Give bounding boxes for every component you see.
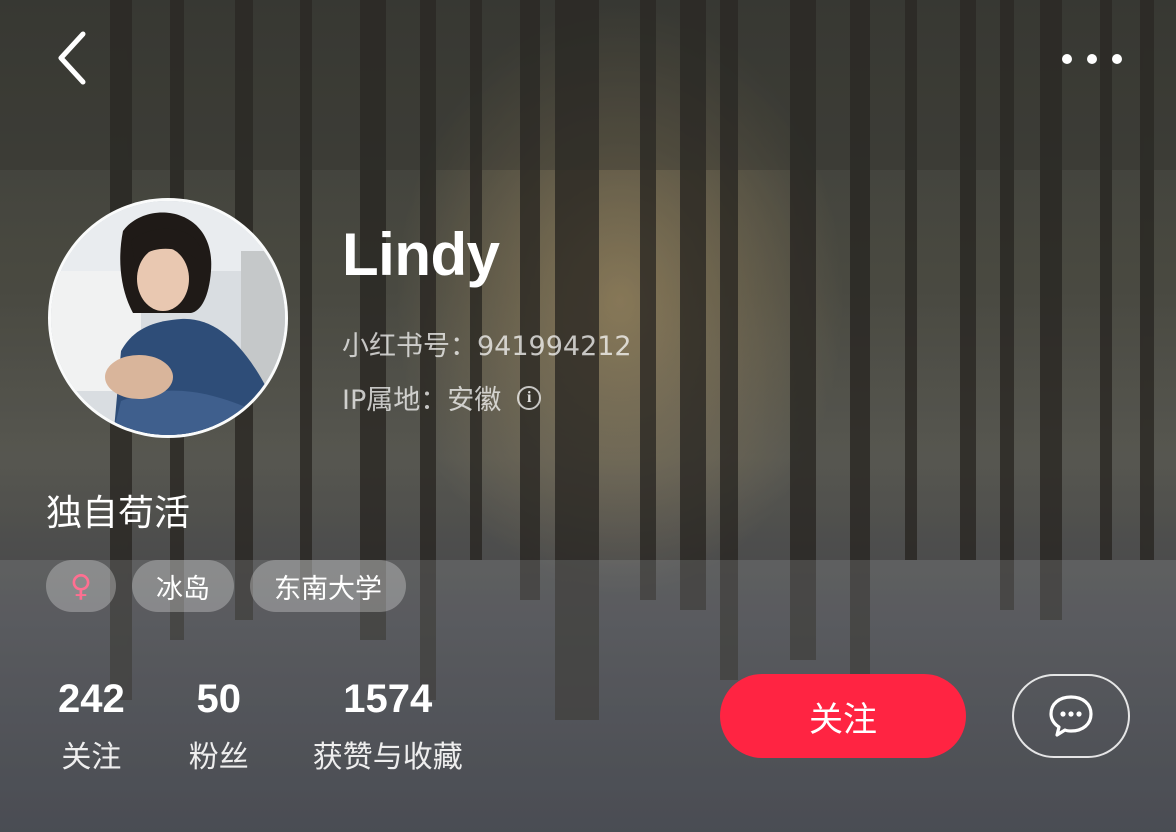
school-tag: 东南大学 [250, 560, 406, 612]
avatar-photo [51, 201, 285, 435]
female-icon: ♀ [70, 568, 92, 604]
stat-number: 1574 [343, 677, 433, 721]
stat-number: 50 [196, 677, 242, 721]
username: Lindy [342, 221, 500, 288]
message-button[interactable] [1012, 674, 1130, 758]
more-dots-icon [1087, 54, 1097, 64]
ip-location: IP属地：安徽 i [342, 378, 542, 417]
stats-row: 242 关注 50 粉丝 1574 获赞与收藏 [58, 676, 463, 776]
gender-tag: ♀ [46, 560, 116, 612]
avatar[interactable] [48, 198, 288, 438]
more-options-button[interactable] [1062, 48, 1122, 70]
stat-label: 获赞与收藏 [312, 740, 463, 775]
stat-likes-collections[interactable]: 1574 获赞与收藏 [313, 676, 463, 776]
stat-number: 242 [58, 677, 125, 721]
ip-location-text: IP属地：安徽 [342, 385, 502, 416]
stat-label: 关注 [61, 740, 122, 775]
stat-followers[interactable]: 50 粉丝 [189, 676, 249, 776]
stat-label: 粉丝 [188, 740, 249, 775]
chat-bubble-icon [1049, 695, 1093, 737]
more-dots-icon [1112, 54, 1122, 64]
follow-button[interactable]: 关注 [720, 674, 966, 758]
profile-tags: ♀ 冰岛 东南大学 [46, 560, 406, 612]
location-tag: 冰岛 [132, 560, 234, 612]
info-icon[interactable]: i [517, 385, 542, 410]
more-dots-icon [1062, 54, 1072, 64]
back-button[interactable] [52, 30, 92, 86]
stat-following[interactable]: 242 关注 [58, 676, 125, 776]
chevron-left-icon [58, 31, 86, 85]
user-id: 小红书号：941994212 [342, 331, 632, 362]
bio: 独自苟活 [46, 493, 191, 534]
